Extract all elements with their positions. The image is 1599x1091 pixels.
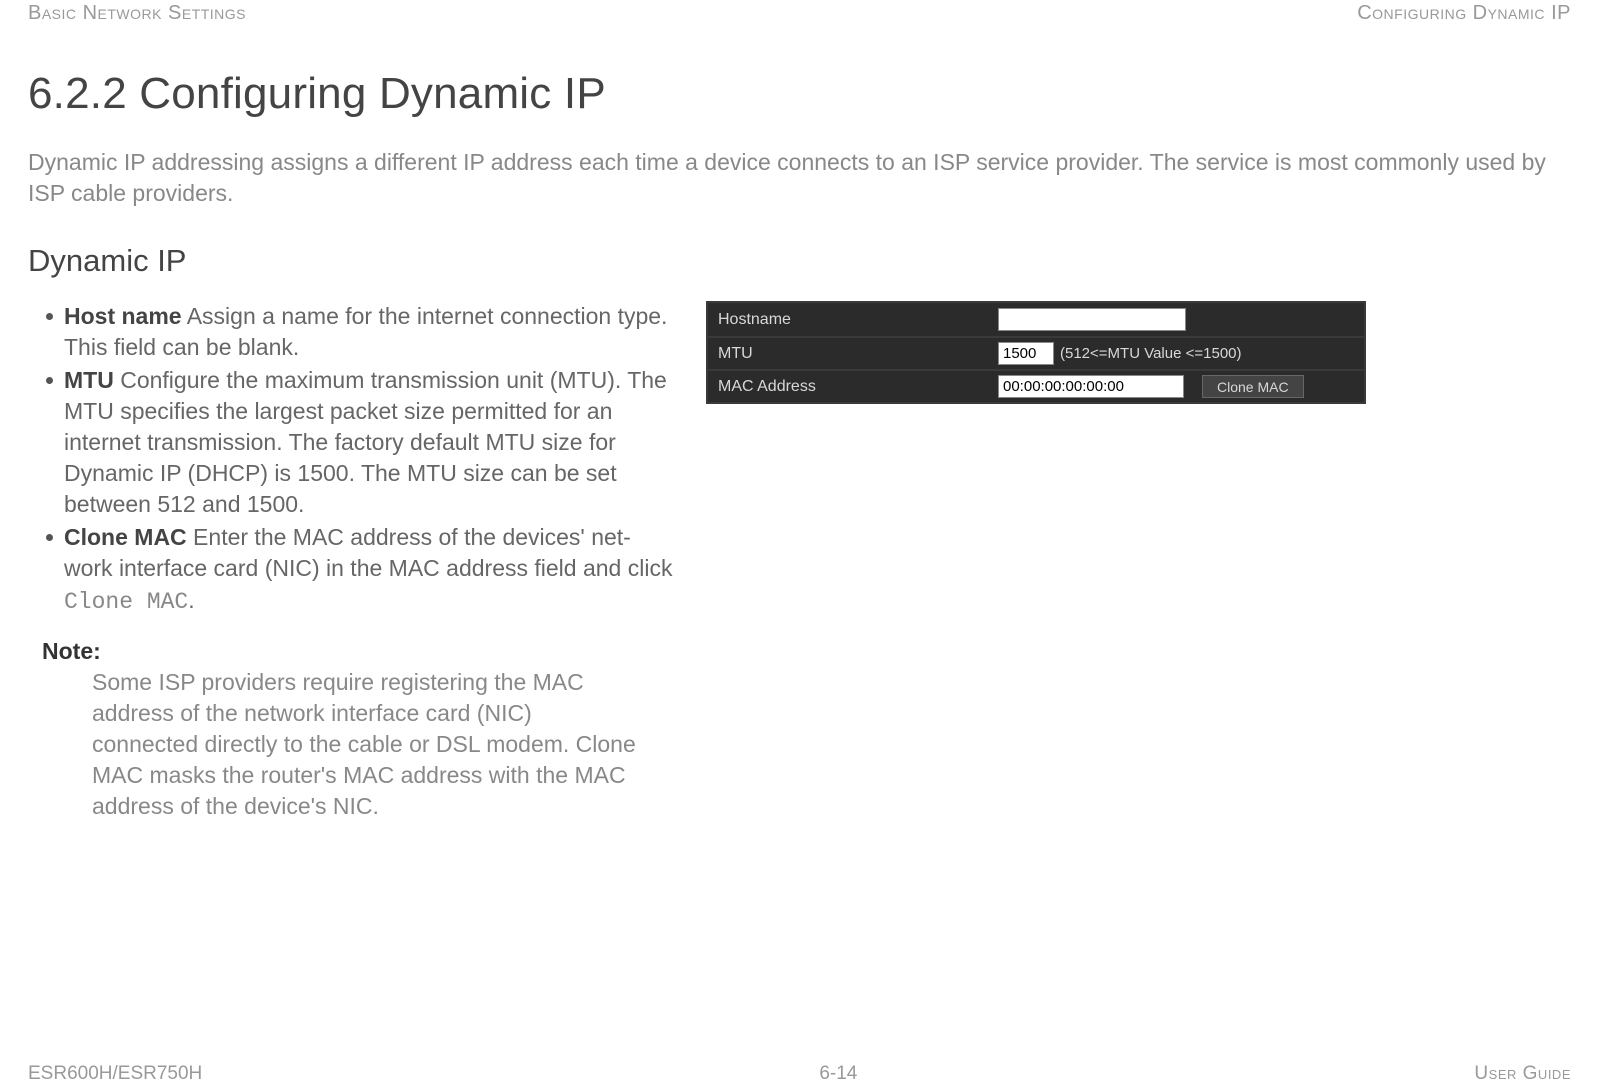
note-body: Some ISP providers require registering t… [42, 667, 642, 822]
row-mac: MAC Address Clone MAC [708, 369, 1364, 402]
footer-model: ESR600H/ESR750H [28, 1063, 202, 1085]
mtu-input[interactable] [998, 342, 1054, 365]
field-list: Host name Assign a name for the internet… [28, 301, 678, 617]
footer-doc-type: User Guide [1474, 1063, 1571, 1085]
field-hostname: Host name Assign a name for the internet… [46, 301, 678, 363]
field-mtu: MTU Configure the maximum transmission u… [46, 365, 678, 520]
label-mtu: MTU [708, 345, 998, 363]
mac-address-input[interactable] [998, 375, 1184, 398]
label-hostname: Hostname [708, 311, 998, 329]
page-footer: ESR600H/ESR750H 6-14 User Guide [28, 1063, 1571, 1085]
label-mac: MAC Address [708, 378, 998, 396]
row-hostname: Hostname [708, 303, 1364, 336]
field-clonemac: Clone MAC Enter the MAC address of the d… [46, 522, 678, 617]
footer-page-number: 6-14 [819, 1063, 857, 1085]
description-column: Host name Assign a name for the internet… [28, 301, 678, 822]
page-header: Basic Network Settings Configuring Dynam… [28, 0, 1571, 25]
intro-paragraph: Dynamic IP addressing assigns a differen… [28, 147, 1571, 209]
page-title: 6.2.2 Configuring Dynamic IP [28, 69, 1571, 119]
field-mtu-desc: Configure the maximum transmission unit … [64, 367, 667, 517]
note-label: Note: [42, 638, 678, 665]
hostname-input[interactable] [998, 308, 1186, 331]
note-block: Note: Some ISP providers require registe… [28, 638, 678, 822]
mtu-hint: (512<=MTU Value <=1500) [1060, 345, 1242, 362]
content-columns: Host name Assign a name for the internet… [28, 301, 1571, 822]
settings-panel: Hostname MTU (512<=MTU Value <=1500) MAC… [706, 301, 1366, 404]
row-mtu: MTU (512<=MTU Value <=1500) [708, 336, 1364, 369]
field-clonemac-code: Clone MAC [64, 589, 188, 615]
breadcrumb-right: Configuring Dynamic IP [1357, 2, 1571, 25]
field-mtu-label: MTU [64, 367, 114, 393]
settings-column: Hostname MTU (512<=MTU Value <=1500) MAC… [706, 301, 1571, 404]
field-clonemac-desc-post: . [188, 587, 194, 613]
section-subhead: Dynamic IP [28, 243, 1571, 279]
breadcrumb-left: Basic Network Settings [28, 2, 246, 25]
field-hostname-label: Host name [64, 303, 182, 329]
field-clonemac-label: Clone MAC [64, 524, 187, 550]
clone-mac-button[interactable]: Clone MAC [1202, 375, 1304, 398]
